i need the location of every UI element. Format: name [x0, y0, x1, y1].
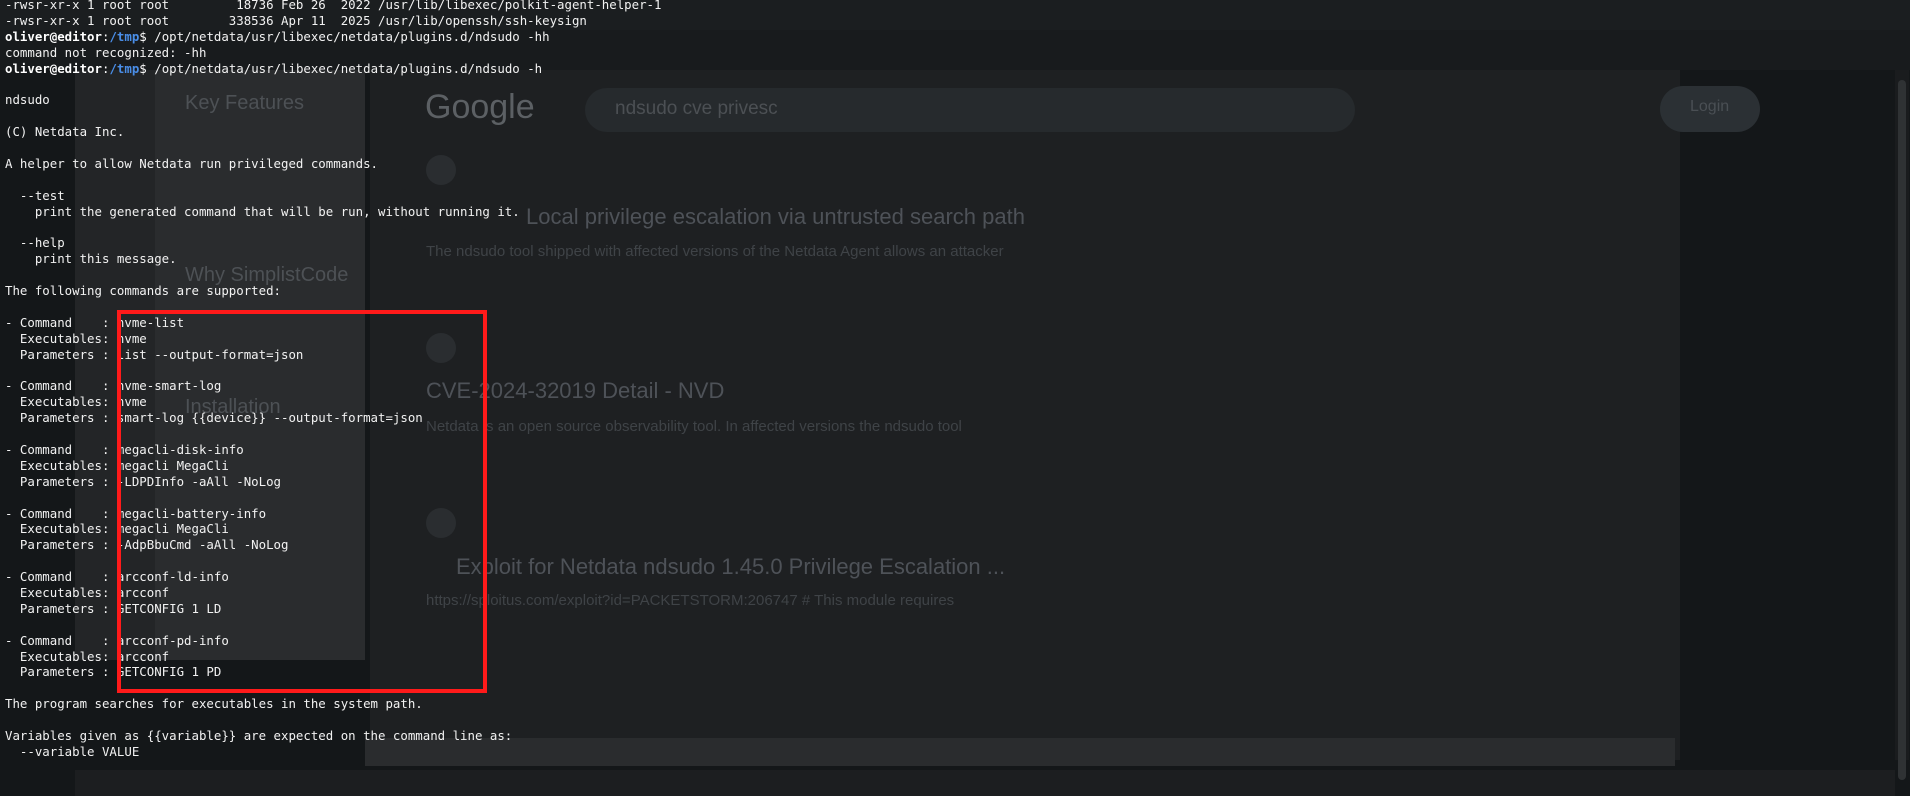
terminal-line: (C) Netdata Inc.	[5, 124, 125, 140]
terminal-line: A helper to allow Netdata run privileged…	[5, 155, 378, 171]
terminal-line: -rwsr-xr-x 1 root root 18736 Feb 26 2022…	[5, 0, 662, 12]
terminal-line: ndsudo	[5, 92, 50, 108]
command-text: /opt/netdata/usr/libexec/netdata/plugins…	[154, 28, 550, 44]
terminal-line: The following commands are supported:	[5, 283, 282, 299]
terminal-line: print the generated command that will be…	[5, 203, 520, 219]
terminal-line: --test	[5, 187, 65, 203]
terminal-line: --help	[5, 235, 65, 251]
prompt-line: oliver@editor:/tmp$ /opt/netdata/usr/lib…	[5, 60, 543, 76]
terminal-line: --variable VALUE	[5, 743, 140, 759]
prompt-path: /tmp	[109, 60, 140, 76]
scrollbar-thumb[interactable]	[1898, 80, 1906, 780]
prompt-user-host: oliver@editor	[5, 60, 102, 76]
prompt-user-host: oliver@editor	[5, 28, 102, 44]
terminal-line: Variables given as {{variable}} are expe…	[5, 727, 513, 743]
browser-status-bar	[75, 770, 1895, 796]
terminal-line: -rwsr-xr-x 1 root root 338536 Apr 11 202…	[5, 12, 587, 28]
command-text: /opt/netdata/usr/libexec/netdata/plugins…	[154, 60, 543, 76]
prompt-path: /tmp	[109, 28, 140, 44]
prompt-symbol: $	[139, 28, 147, 44]
terminal-line: print this message.	[5, 251, 177, 267]
login-button-label: Login	[1690, 98, 1730, 115]
highlight-box	[117, 310, 487, 693]
prompt-line: oliver@editor:/tmp$ /opt/netdata/usr/lib…	[5, 28, 550, 44]
prompt-symbol: $	[139, 60, 147, 76]
terminal-line: The program searches for executables in …	[5, 696, 423, 712]
terminal-line: command not recognized: -hh	[5, 44, 207, 60]
